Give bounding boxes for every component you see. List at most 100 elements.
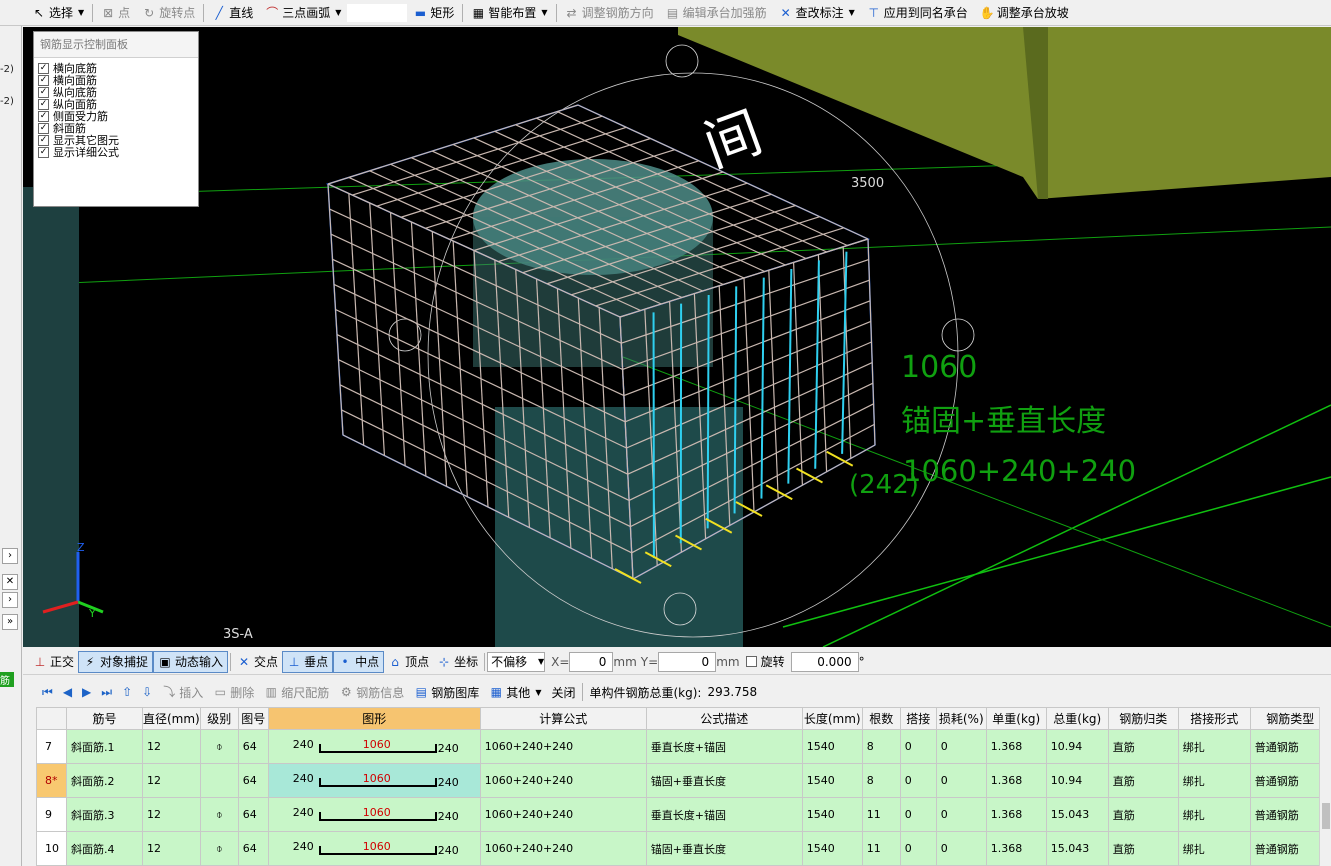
column-header[interactable]: 搭接 [899, 707, 937, 730]
cell-fig[interactable]: 64 [237, 763, 269, 798]
cell-dia[interactable]: 12 [142, 763, 201, 798]
cell-grade[interactable]: ⌽ [199, 797, 239, 832]
cell-count[interactable]: 8 [861, 763, 901, 798]
cell-grade[interactable]: ⌽ [199, 729, 239, 764]
cell-category[interactable]: 直筋 [1107, 831, 1179, 866]
table-row[interactable]: 9 斜面筋.3 12 ⌽ 64 240 1060 240 1060+240+240 垂直长度+锚固… [36, 797, 1331, 832]
cell-total_w[interactable]: 10.94 [1045, 763, 1109, 798]
row-number[interactable]: 10 [36, 831, 67, 866]
table-row[interactable]: 8* 斜面筋.2 12 64 240 1060 240 1060+240+240 锚固+垂直长度… [36, 763, 1331, 798]
cell-total_w[interactable]: 15.043 [1045, 831, 1109, 866]
cell-unit_w[interactable]: 1.368 [985, 763, 1047, 798]
move-down-icon[interactable]: ⇩ [137, 681, 157, 703]
column-header[interactable]: 总重(kg) [1045, 707, 1109, 730]
checkbox[interactable]: ✓ [38, 86, 49, 98]
cell-count[interactable]: 11 [861, 831, 901, 866]
close-icon[interactable]: ✕ [2, 574, 18, 590]
shape-cell[interactable]: 240 1060 240 [267, 729, 481, 764]
double-chevron-icon[interactable]: » [2, 614, 18, 630]
column-header[interactable]: 损耗(%) [935, 707, 987, 730]
cell-fig[interactable]: 64 [237, 831, 269, 866]
line-tool[interactable]: ╱ 直线 [206, 2, 259, 24]
cell-desc[interactable]: 垂直长度+锚固 [645, 729, 803, 764]
select-tool[interactable]: ↖ 选择 ▼ [26, 2, 90, 24]
check-label-button[interactable]: ✕ 查改标注 ▼ [773, 2, 861, 24]
delete-button[interactable]: ▭ 删除 [208, 681, 259, 703]
table-row[interactable]: 10 斜面筋.4 12 ⌽ 64 240 1060 240 1060+240+240 锚固+垂直长… [36, 831, 1331, 866]
cell-name[interactable]: 斜面筋.1 [66, 729, 143, 764]
cell-category[interactable]: 直筋 [1107, 797, 1179, 832]
panel-checkbox-item[interactable]: ✓ 斜面筋 [38, 122, 198, 134]
column-header[interactable] [36, 707, 67, 730]
cell-lap[interactable]: 0 [899, 729, 937, 764]
cell-loss[interactable]: 0 [935, 763, 987, 798]
cell-formula[interactable]: 1060+240+240 [479, 763, 647, 798]
rebar-library-button[interactable]: ▤ 钢筋图库 [409, 681, 484, 703]
chevron-right-icon[interactable]: › [2, 592, 18, 608]
cell-dia[interactable]: 12 [142, 831, 201, 866]
row-number[interactable]: 8* [36, 763, 67, 798]
cell-lap_type[interactable]: 绑扎 [1177, 831, 1251, 866]
cell-length[interactable]: 1540 [801, 831, 863, 866]
checkbox[interactable]: ✓ [38, 110, 49, 122]
shape-cell[interactable]: 240 1060 240 [267, 797, 481, 832]
column-header[interactable]: 搭接形式 [1177, 707, 1251, 730]
chevron-right-icon[interactable]: › [2, 548, 18, 564]
shape-cell[interactable]: 240 1060 240 [267, 763, 481, 798]
cell-length[interactable]: 1540 [801, 729, 863, 764]
cell-unit_w[interactable]: 1.368 [985, 797, 1047, 832]
panel-checkbox-item[interactable]: ✓ 显示其它图元 [38, 134, 198, 146]
ann-description[interactable]: 锚固+垂直长度 [901, 404, 1106, 439]
cell-desc[interactable]: 锚固+垂直长度 [645, 831, 803, 866]
cell-lap[interactable]: 0 [899, 763, 937, 798]
table-row[interactable]: 7 斜面筋.1 12 ⌽ 64 240 1060 240 1060+240+240 垂直长度+锚固… [36, 729, 1331, 764]
cell-fig[interactable]: 64 [237, 797, 269, 832]
y-input[interactable]: 0 [658, 651, 717, 672]
panel-checkbox-item[interactable]: ✓ 横向面筋 [38, 74, 198, 86]
cell-lap[interactable]: 0 [899, 831, 937, 866]
cell-name[interactable]: 斜面筋.4 [66, 831, 143, 866]
panel-checkbox-item[interactable]: ✓ 纵向面筋 [38, 98, 198, 110]
cell-formula[interactable]: 1060+240+240 [479, 797, 647, 832]
cell-name[interactable]: 斜面筋.2 [66, 763, 143, 798]
cell-desc[interactable]: 垂直长度+锚固 [645, 797, 803, 832]
cell-formula[interactable]: 1060+240+240 [479, 831, 647, 866]
move-up-icon[interactable]: ⇧ [117, 681, 137, 703]
cell-loss[interactable]: 0 [935, 831, 987, 866]
column-header[interactable]: 筋号 [66, 707, 143, 730]
column-header[interactable]: 级别 [199, 707, 239, 730]
rebar-info-button[interactable]: ⚙ 钢筋信息 [334, 681, 409, 703]
column-header[interactable]: 单重(kg) [985, 707, 1047, 730]
other-menu-button[interactable]: ▦ 其他 ▼ [484, 681, 546, 703]
cell-formula[interactable]: 1060+240+240 [479, 729, 647, 764]
cell-category[interactable]: 直筋 [1107, 729, 1179, 764]
cell-category[interactable]: 直筋 [1107, 763, 1179, 798]
scale-rebar-button[interactable]: ▥ 缩尺配筋 [259, 681, 334, 703]
ortho-toggle[interactable]: ⊥ 正交 [29, 651, 78, 673]
panel-checkbox-item[interactable]: ✓ 横向底筋 [38, 62, 198, 74]
insert-button[interactable]: ⤵ 插入 [157, 681, 208, 703]
offset-select[interactable]: 不偏移 ▼ [487, 651, 546, 672]
cell-unit_w[interactable]: 1.368 [985, 831, 1047, 866]
column-header[interactable]: 钢筋归类 [1107, 707, 1179, 730]
next-record-icon[interactable]: ▶ [77, 681, 96, 703]
cell-loss[interactable]: 0 [935, 729, 987, 764]
rotate-point-tool[interactable]: ↻ 旋转点 [136, 2, 201, 24]
adjust-slope-button[interactable]: ✋ 调整承台放坡 [974, 2, 1075, 24]
adjust-direction-button[interactable]: ⇄ 调整钢筋方向 [559, 2, 660, 24]
cell-length[interactable]: 1540 [801, 797, 863, 832]
table-scrollbar[interactable] [1319, 707, 1331, 866]
panel-checkbox-item[interactable]: ✓ 显示详细公式 [38, 146, 198, 158]
column-header[interactable]: 长度(mm) [801, 707, 863, 730]
checkbox[interactable]: ✓ [38, 122, 49, 134]
cell-lap[interactable]: 0 [899, 797, 937, 832]
checkbox[interactable]: ✓ [38, 134, 49, 146]
coord-toggle[interactable]: ⊹ 坐标 [433, 651, 482, 673]
column-header[interactable]: 图形 [267, 707, 481, 730]
cell-length[interactable]: 1540 [801, 763, 863, 798]
cell-name[interactable]: 斜面筋.3 [66, 797, 143, 832]
arc-mode-combo[interactable] [347, 3, 408, 22]
apply-same-button[interactable]: ⊤ 应用到同名承台 [861, 2, 974, 24]
cell-fig[interactable]: 64 [237, 729, 269, 764]
column-header[interactable]: 直径(mm) [142, 707, 201, 730]
